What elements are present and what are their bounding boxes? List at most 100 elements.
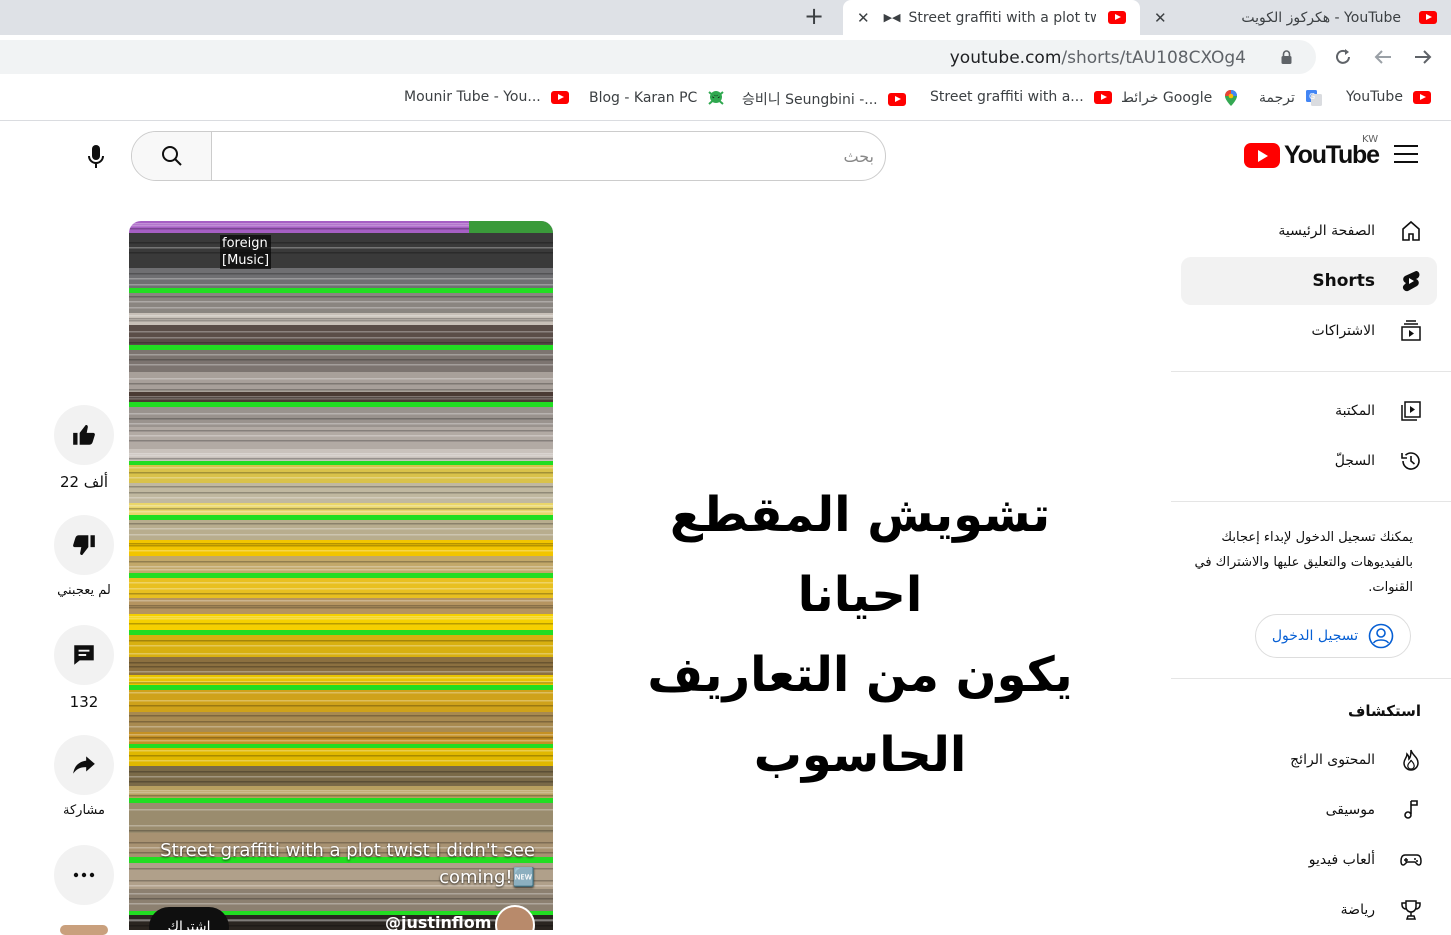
- sidebar-item-label: السجلّ: [1334, 453, 1375, 469]
- glitch-scanline: [129, 423, 553, 425]
- music-icon: [1399, 798, 1423, 822]
- bookmark-seungbini[interactable]: 승비니 Seungbini -...: [742, 89, 906, 109]
- menu-icon[interactable]: [1394, 145, 1418, 165]
- sidebar-item-music[interactable]: موسيقى: [1181, 786, 1437, 834]
- back-icon[interactable]: [1373, 47, 1393, 67]
- lock-icon[interactable]: [1281, 50, 1292, 64]
- subscribe-button[interactable]: اشتراك: [149, 907, 229, 930]
- glitch-scanline: [129, 497, 553, 499]
- youtube-favicon-icon: [1093, 90, 1112, 104]
- glitch-scanline: [129, 278, 553, 280]
- channel-name[interactable]: @justinflom: [385, 913, 491, 930]
- glitch-band: [129, 515, 553, 520]
- sidebar-item-library[interactable]: المكتبة: [1181, 387, 1437, 435]
- google-translate-icon: G: [1305, 90, 1322, 106]
- glitch-band: [469, 221, 553, 233]
- glitch-scanline: [129, 453, 553, 455]
- share-label: مشاركة: [63, 803, 105, 818]
- signin-button[interactable]: تسجيل الدخول: [1255, 614, 1411, 658]
- search-input[interactable]: [214, 134, 874, 178]
- youtube-favicon-icon: [887, 92, 906, 106]
- overlay-line-1: تشويش المقطع احيانا: [669, 487, 1051, 623]
- sidebar-item-trending[interactable]: المحتوى الرائج: [1181, 736, 1437, 784]
- glitch-band: [129, 803, 553, 833]
- browser-tab-2[interactable]: ✕ ▶◀ Street graffiti with a plot twis: [843, 0, 1140, 35]
- like-button[interactable]: [54, 405, 114, 465]
- glitch-scanline: [129, 331, 553, 333]
- subscriptions-icon: [1399, 319, 1423, 343]
- overlay-annotation: تشويش المقطع احيانا يكون من التعاريف الح…: [600, 475, 1120, 795]
- glitch-scanline: [129, 705, 553, 707]
- glitch-scanline: [129, 318, 553, 320]
- glitch-scanline: [129, 734, 553, 736]
- comments-action: 132: [54, 625, 114, 711]
- glitch-scanline: [129, 523, 553, 525]
- tab-title: هكركوز الكويت - YouTube: [1241, 9, 1401, 26]
- bookmark-translate[interactable]: ترجمة G: [1259, 89, 1323, 107]
- glitch-scanline: [129, 593, 553, 595]
- glitch-scanline: [129, 776, 553, 778]
- share-button[interactable]: [54, 735, 114, 795]
- more-action: [54, 845, 114, 905]
- audio-playing-icon[interactable]: ▶◀: [884, 11, 901, 24]
- glitch-band: [129, 402, 553, 407]
- comment-count: 132: [69, 693, 99, 711]
- sidebar-item-label: الاشتراكات: [1311, 323, 1375, 339]
- glitch-band: [129, 744, 553, 748]
- more-options-button[interactable]: [54, 845, 114, 905]
- shorts-icon: [1399, 269, 1423, 293]
- sidebar-item-sports[interactable]: رياضة: [1181, 886, 1437, 934]
- glitch-scanline: [129, 623, 553, 625]
- glitch-scanline: [129, 430, 553, 432]
- comments-button[interactable]: [54, 625, 114, 685]
- glitch-scanline: [129, 337, 553, 339]
- logo-text: YouTube: [1284, 141, 1380, 169]
- close-tab-icon[interactable]: ✕: [857, 9, 870, 27]
- reload-icon[interactable]: [1333, 47, 1353, 67]
- next-short-thumbnail[interactable]: [60, 925, 108, 935]
- youtube-favicon-icon: [1419, 11, 1437, 24]
- youtube-logo[interactable]: YouTube KW: [1244, 134, 1380, 170]
- bookmark-street-graffiti[interactable]: Street graffiti with a...: [930, 89, 1112, 105]
- browser-tab-1[interactable]: ✕ هكركوز الكويت - YouTube: [1140, 0, 1451, 35]
- glitch-scanline: [129, 898, 553, 900]
- sidebar-item-shorts[interactable]: Shorts: [1181, 257, 1437, 305]
- forward-icon[interactable]: [1413, 47, 1433, 67]
- account-icon: [1368, 623, 1394, 649]
- voice-search-button[interactable]: [76, 137, 116, 177]
- glitch-band: [129, 350, 553, 372]
- url-text[interactable]: youtube.com/shorts/tAU108CXOg4: [950, 48, 1246, 68]
- more-horizontal-icon: [73, 872, 95, 878]
- sidebar-item-gaming[interactable]: ألعاب فيديو: [1181, 836, 1437, 884]
- sidebar-item-home[interactable]: الصفحة الرئيسية: [1181, 207, 1437, 255]
- bookmark-mounir-tube[interactable]: Mounir Tube - You...: [404, 89, 569, 105]
- svg-text:G: G: [1309, 92, 1315, 101]
- video-title[interactable]: Street graffiti with a plot twist I didn…: [159, 837, 535, 891]
- sidebar-item-history[interactable]: السجلّ: [1181, 437, 1437, 485]
- glitch-band: [129, 630, 553, 635]
- glitch-scanline: [129, 653, 553, 655]
- address-bar-row: youtube.com/shorts/tAU108CXOg4: [0, 35, 1451, 79]
- dislike-button[interactable]: [54, 515, 114, 575]
- close-tab-icon[interactable]: ✕: [1154, 9, 1167, 27]
- glitch-band: [129, 461, 553, 465]
- shorts-video-player[interactable]: foreign [Music] Street graffiti with a p…: [129, 221, 553, 930]
- sidebar-item-subscriptions[interactable]: الاشتراكات: [1181, 307, 1437, 355]
- search-button[interactable]: [132, 132, 212, 180]
- skull-favicon-icon: [708, 91, 724, 105]
- glitch-scanline: [129, 543, 553, 545]
- glitch-scanline: [129, 359, 553, 361]
- bookmark-karan-pc[interactable]: Blog - Karan PC: [589, 89, 725, 107]
- trending-icon: [1399, 748, 1423, 772]
- omnibox[interactable]: youtube.com/shorts/tAU108CXOg4: [0, 40, 1316, 74]
- glitch-scanline: [129, 616, 553, 618]
- explore-heading: استكشاف: [1347, 702, 1421, 720]
- new-tab-icon[interactable]: +: [804, 2, 824, 30]
- bookmark-google-maps[interactable]: خرائط Google: [1121, 89, 1240, 107]
- bookmark-youtube[interactable]: YouTube: [1346, 89, 1431, 105]
- glitch-scanline: [129, 284, 553, 286]
- glitch-scanline: [129, 671, 553, 673]
- glitch-scanline: [129, 792, 553, 794]
- glitch-scanline: [129, 790, 553, 792]
- glitch-scanline: [129, 893, 553, 895]
